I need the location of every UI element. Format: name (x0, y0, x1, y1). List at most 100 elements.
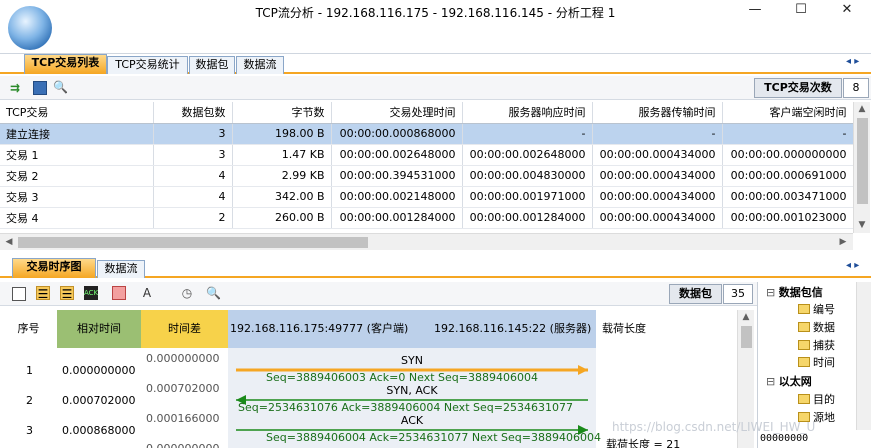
table-row[interactable]: 交易 4 2 260.00 B 00:00:00.001284000 00:00:00.… (0, 207, 853, 229)
tab-data-stream[interactable]: 数据流 (236, 56, 284, 74)
arrows-export-icon[interactable]: ⇉ (8, 81, 22, 95)
watermark: https://blog.csdn.net/LIWEI_HW_U (612, 420, 816, 434)
table-row[interactable]: 交易 1 3 1.47 KB 00:00:00.002648000 00:00:00.0… (0, 144, 853, 166)
cell: 4 (153, 165, 233, 187)
tree-vscroll[interactable] (856, 282, 871, 430)
flow-detail: Seq=2534631076 Ack=3889406004 Next Seq=2… (238, 401, 573, 414)
bottom-tab-scroll-arrows[interactable]: ◂ ▸ (846, 260, 859, 271)
seq-col-payload: 载荷长度 (596, 310, 737, 348)
cell: TCP交易 (0, 102, 154, 124)
clock-icon[interactable]: ◷ (180, 286, 194, 300)
table-row[interactable]: 建立连接 3 198.00 B 00:00:00.000868000- - - (0, 123, 853, 145)
seq-rel-time: 0.000000000 (62, 364, 136, 377)
cell: 客户端空闲时间 (722, 102, 853, 124)
seq-vscroll-thumb[interactable] (741, 326, 752, 348)
seq-time-diff: 0.000702000 (146, 382, 220, 395)
ack-icon[interactable]: ACK (84, 286, 98, 300)
cell: 00:00:00.001023000 (722, 207, 853, 229)
save-icon[interactable] (33, 81, 47, 95)
vscroll-thumb[interactable] (857, 118, 868, 204)
cell: 00:00:00.394531000 (331, 165, 463, 187)
cell: 字节数 (232, 102, 332, 124)
tab-tcp-transaction-list[interactable]: TCP交易列表 (24, 54, 107, 74)
seq-time-diff: 0.000000000 (146, 352, 220, 365)
seq-no: 2 (26, 394, 33, 407)
cell: 00:00:00.000691000 (722, 165, 853, 187)
flow-name: SYN, ACK (386, 384, 438, 397)
collapse-icon[interactable]: ⊟ (766, 375, 779, 388)
list-detail-icon[interactable]: ☰ (60, 286, 74, 301)
maximize-button[interactable]: ☐ (778, 0, 824, 22)
transaction-hscroll[interactable]: ◀ ▶ (0, 233, 853, 250)
tree-leaf-node[interactable]: 目的 (798, 391, 835, 407)
search-icon[interactable]: 🔍 (53, 80, 68, 94)
title-bar: TCP流分析 - 192.168.116.175 - 192.168.116.1… (0, 0, 871, 54)
transaction-table: TCP交易 数据包数 字节数 交易处理时间 服务器响应时间 服务器传输时间 客户端空闲时间建… (0, 102, 853, 233)
cell: 00:00:00.002648000 (331, 144, 463, 166)
table-row[interactable]: 交易 2 4 2.99 KB 00:00:00.394531000 00:00:00.0… (0, 165, 853, 187)
flow-area: SYN Seq=3889406003 Ack=0 Next Seq=3889406… (228, 348, 601, 448)
cell: 2 (153, 207, 233, 229)
cell: 00:00:00.002648000 (462, 144, 593, 166)
field-icon (798, 357, 810, 367)
cell: 1.47 KB (232, 144, 332, 166)
tree-group-node[interactable]: ⊟ 数据包信 (766, 284, 823, 300)
cell: 00:00:00.000434000 (592, 186, 723, 208)
close-button[interactable]: ✕ (824, 0, 870, 22)
tree-leaf-node[interactable]: 时间 (798, 354, 835, 370)
tree-node-label: 源地 (813, 411, 835, 424)
tree-group-node[interactable]: ⊟ 以太网 (766, 373, 812, 389)
tree-leaf-node[interactable]: 数据 (798, 319, 835, 335)
tab-tcp-transaction-stats[interactable]: TCP交易统计 (107, 56, 188, 74)
tree-leaf-node[interactable]: 编号 (798, 301, 835, 317)
minimize-button[interactable]: — (732, 0, 778, 22)
cell: 00:00:00.000000000 (722, 144, 853, 166)
cell: 交易 3 (0, 186, 154, 208)
transaction-vscroll[interactable]: ▲ ▼ (853, 102, 870, 233)
tab-packets[interactable]: 数据包 (189, 56, 235, 74)
sequence-toolbar: ☰ ☰ ACK A ◷ 🔍 数据包 35 (0, 282, 757, 306)
hex-preview: 00000000 (760, 433, 809, 444)
field-icon (798, 340, 810, 350)
field-icon (798, 322, 810, 332)
transaction-count-label: TCP交易次数 (754, 78, 842, 98)
cell: 00:00:00.001284000 (462, 207, 593, 229)
field-icon (798, 304, 810, 314)
tab-sequence-diagram[interactable]: 交易时序图 (12, 258, 96, 278)
flow-detail: Seq=3889406003 Ack=0 Next Seq=3889406004 (266, 371, 538, 384)
cell: 198.00 B (232, 123, 332, 145)
seq-col-endpoints: 192.168.116.175:49777 (客户端) 192.168.116.… (228, 310, 596, 348)
tree-node-label: 数据 (813, 321, 835, 334)
table-header-row[interactable]: TCP交易 数据包数 字节数 交易处理时间 服务器响应时间 服务器传输时间 客户端空闲时间 (0, 102, 853, 124)
color-icon[interactable] (112, 286, 126, 300)
cell: 交易处理时间 (331, 102, 463, 124)
cell: - (462, 123, 593, 145)
hscroll-thumb[interactable] (18, 237, 368, 248)
cell: 服务器传输时间 (592, 102, 723, 124)
cell: 服务器响应时间 (462, 102, 593, 124)
packet-view-icon[interactable] (12, 287, 26, 301)
collapse-icon[interactable]: ⊟ (766, 286, 779, 299)
tab-scroll-arrows[interactable]: ◂ ▸ (846, 56, 859, 67)
cell: 00:00:00.002148000 (331, 186, 463, 208)
cell: 交易 4 (0, 207, 154, 229)
tree-node-label: 时间 (813, 356, 835, 369)
cell: 260.00 B (232, 207, 332, 229)
cell: - (722, 123, 853, 145)
cell: 建立连接 (0, 123, 154, 145)
font-format-icon[interactable]: A (140, 286, 154, 300)
tree-leaf-node[interactable]: 捕获 (798, 337, 835, 353)
seq-rel-time: 0.000868000 (62, 424, 136, 437)
payload-note: 载荷长度 = 21 (606, 438, 681, 448)
search-zoom-icon[interactable]: 🔍 (206, 286, 221, 300)
list-view-icon[interactable]: ☰ (36, 286, 50, 301)
cell: 00:00:00.004830000 (462, 165, 593, 187)
flow-name: SYN (401, 354, 423, 367)
cell: 数据包数 (153, 102, 233, 124)
cell: - (592, 123, 723, 145)
table-row[interactable]: 交易 3 4 342.00 B 00:00:00.002148000 00:00:00.… (0, 186, 853, 208)
field-icon (798, 394, 810, 404)
cell: 00:00:00.000434000 (592, 144, 723, 166)
tab-bottom-data-stream[interactable]: 数据流 (97, 260, 145, 278)
tree-node-label: 以太网 (778, 375, 812, 388)
